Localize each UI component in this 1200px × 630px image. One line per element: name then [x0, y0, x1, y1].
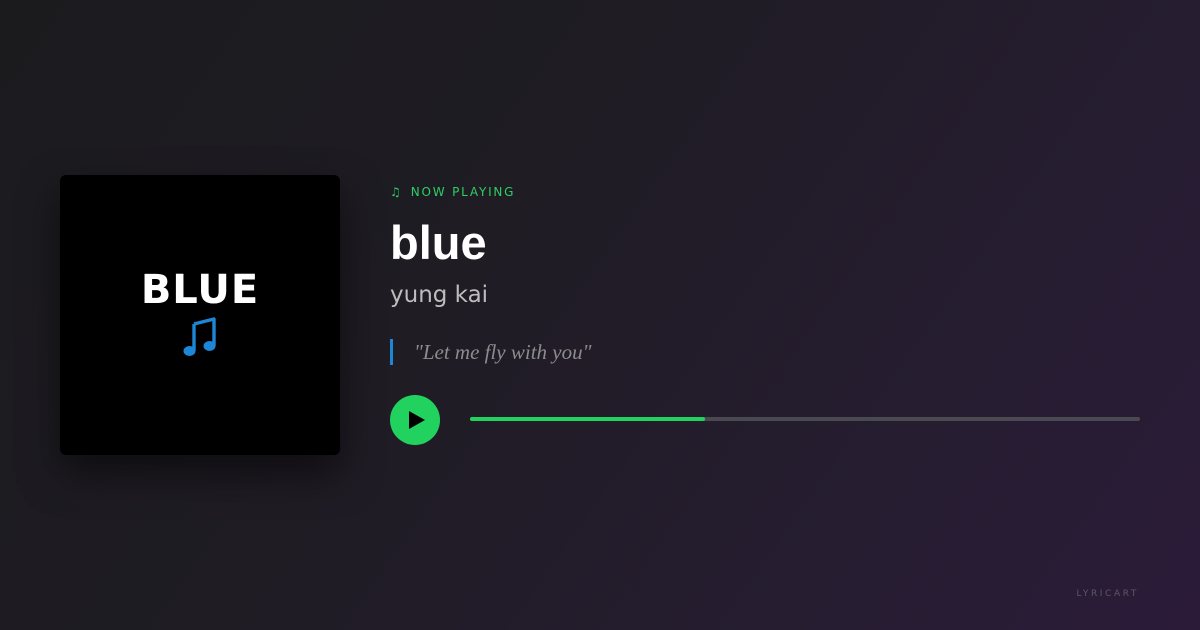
music-note-icon: ♫: [390, 185, 401, 199]
progress-fill: [470, 417, 705, 421]
album-art: BLUE: [60, 175, 340, 455]
brand-logo: LYRICART: [1076, 589, 1139, 599]
now-playing-text: NOW PLAYING: [410, 185, 516, 199]
now-playing-label: ♫ NOW PLAYING: [390, 185, 515, 199]
lyric-quote: "Let me fly with you": [390, 339, 591, 365]
progress-bar[interactable]: [470, 417, 1140, 421]
album-art-title: BLUE: [140, 267, 260, 313]
artist-name: yung kai: [390, 282, 489, 308]
play-button[interactable]: [390, 395, 440, 445]
play-icon: [408, 411, 425, 429]
music-note-icon: [183, 317, 216, 356]
song-title: blue: [390, 216, 487, 269]
